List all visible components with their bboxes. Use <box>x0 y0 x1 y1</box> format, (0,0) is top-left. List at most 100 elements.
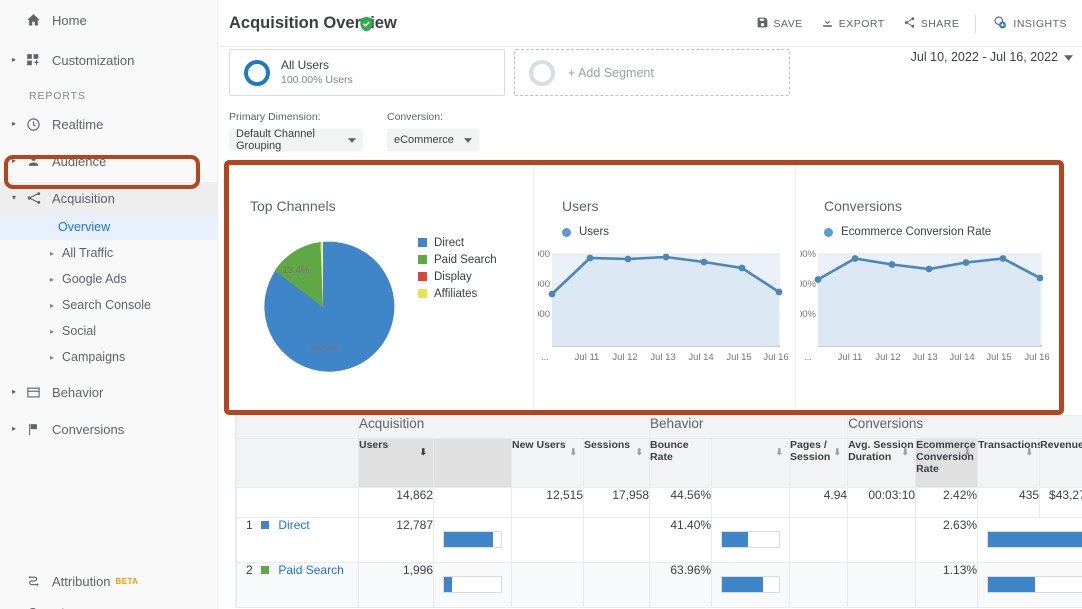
pie-label-direct: 85.9% <box>311 343 338 354</box>
add-segment-button[interactable]: + Add Segment <box>514 49 790 96</box>
table-row[interactable]: 1 Direct 12,787 41.40% 2.63% <box>236 517 1082 563</box>
sidebar-subitem-label-overview: Overview <box>58 220 111 234</box>
users-legend[interactable]: Users <box>562 226 609 238</box>
column-header-revenue[interactable]: Revenue ⬇ <box>1039 438 1082 488</box>
totals-transactions: 435 <box>977 487 1041 518</box>
bar-fill-conv-2 <box>988 577 1035 592</box>
conversions-ytick-2: 2.00% <box>800 279 817 290</box>
group-header-acquisition: Acquisition <box>357 415 651 439</box>
sidebar-item-label-behavior: Behavior <box>52 384 104 400</box>
row-pages-session-2 <box>789 562 849 608</box>
bar-track-users-2 <box>443 576 502 593</box>
row-channel-link-2[interactable]: Paid Search <box>278 563 343 577</box>
chevron-right-icon-conversions[interactable]: ▸ <box>12 425 26 433</box>
bar-fill-users-2 <box>444 577 452 592</box>
row-bounce-bar-1 <box>711 517 791 563</box>
chevron-right-icon-audience[interactable]: ▸ <box>12 157 26 165</box>
column-header-users[interactable]: Users ⬇ <box>358 438 434 488</box>
sort-arrow-ecommerce-conversion-rate[interactable]: ⬇ <box>964 447 972 458</box>
sidebar-item-social[interactable]: ▸ Social <box>0 318 217 344</box>
row-new-users-2 <box>511 562 584 608</box>
segment-all-users[interactable]: All Users 100.00% Users <box>229 49 505 96</box>
beta-badge: BETA <box>115 576 139 586</box>
flag-icon <box>26 422 52 437</box>
attribution-icon <box>26 574 52 589</box>
chevron-right-icon-customization[interactable]: ▸ <box>12 56 26 64</box>
column-header-transactions[interactable]: Transactions ⬇ <box>977 438 1043 488</box>
chevron-right-icon-realtime[interactable]: ▸ <box>12 120 26 128</box>
sort-arrow-users[interactable]: ⬇ <box>419 447 427 458</box>
sidebar-item-audience[interactable]: ▸ Audience <box>0 145 217 177</box>
sidebar-item-overview[interactable]: Overview <box>0 214 217 240</box>
sidebar-item-customization[interactable]: ▸ Customization <box>0 44 217 76</box>
row-channel-cell-2: 2 Paid Search <box>236 562 359 608</box>
row-avg-session-duration-1 <box>847 517 917 563</box>
bar-track-conv-1 <box>987 531 1082 548</box>
insights-button[interactable]: INSIGHTS <box>983 12 1076 36</box>
sidebar-item-google-ads[interactable]: ▸ Google Ads <box>0 266 217 292</box>
conversion-group: Conversion: eCommerce <box>387 111 479 151</box>
save-button[interactable]: SAVE <box>747 13 812 35</box>
row-users-1: 12,787 <box>358 517 434 563</box>
sidebar-item-search-console[interactable]: ▸ Search Console <box>0 292 217 318</box>
column-header-avg-session-duration[interactable]: Avg. Session Duration ⬇ <box>847 438 917 488</box>
sidebar-item-behavior[interactable]: ▸ Behavior <box>0 376 217 408</box>
table-row[interactable]: 2 Paid Search 1,996 63.96% 1.13% <box>236 562 1082 608</box>
column-header-pages-session[interactable]: Pages / Session ⬇ <box>789 438 849 488</box>
totals-bounce-rate: 44.56% <box>649 487 713 518</box>
legend-item-paid-search[interactable]: Paid Search <box>418 251 497 268</box>
chevron-right-icon-behavior[interactable]: ▸ <box>12 388 26 396</box>
row-bounce-rate-1: 41.40% <box>649 517 713 563</box>
users-xtick-2: Jul 12 <box>612 352 637 363</box>
sidebar-item-label-discover: Discover <box>52 606 103 609</box>
date-range-selector[interactable]: Jul 10, 2022 - Jul 16, 2022 <box>911 50 1073 64</box>
sort-arrow-new-users[interactable]: ⬇ <box>569 447 577 458</box>
chevron-right-icon-google-ads[interactable]: ▸ <box>50 275 62 284</box>
sort-arrow-pages-session[interactable]: ⬇ <box>834 447 842 458</box>
column-header-sessions[interactable]: Sessions ⬇ <box>582 438 651 488</box>
sidebar-item-discover[interactable]: Discover <box>0 597 217 609</box>
row-swatch-2 <box>261 566 270 574</box>
conversions-legend[interactable]: Ecommerce Conversion Rate <box>824 226 991 238</box>
sidebar-item-all-traffic[interactable]: ▸ All Traffic <box>0 240 217 266</box>
legend-item-direct[interactable]: Direct <box>418 234 497 251</box>
sidebar-item-acquisition[interactable]: ▾ Acquisition <box>0 182 217 214</box>
column-header-bounce-rate[interactable]: Bounce Rate <box>649 438 713 488</box>
chevron-down-icon-acquisition[interactable]: ▾ <box>12 194 26 202</box>
users-xtick-5: Jul 15 <box>726 352 751 363</box>
save-icon <box>756 16 769 32</box>
chevron-right-icon-social[interactable]: ▸ <box>50 327 62 336</box>
widget-top-channels: Top Channels 85.9% 13.4% Direct Paid Sea… <box>230 166 534 409</box>
chevron-right-icon-search-console[interactable]: ▸ <box>50 301 62 310</box>
sidebar-item-conversions[interactable]: ▸ Conversions <box>0 413 217 445</box>
verified-shield-icon <box>359 16 374 32</box>
export-icon <box>821 16 834 32</box>
primary-dimension-select[interactable]: Default Channel Grouping <box>229 128 363 152</box>
clock-icon <box>26 117 52 132</box>
chevron-right-icon-all-traffic[interactable]: ▸ <box>50 249 62 258</box>
share-button[interactable]: SHARE <box>894 13 969 35</box>
legend-item-display[interactable]: Display <box>418 268 497 285</box>
sidebar-item-home[interactable]: Home <box>0 4 217 36</box>
sort-arrow-bounce-rate[interactable]: ⬇ <box>776 447 784 458</box>
users-ytick-2000: 2,000 <box>538 279 550 290</box>
bar-track-conv-2 <box>987 576 1082 593</box>
row-channel-link-1[interactable]: Direct <box>278 518 309 532</box>
export-button[interactable]: EXPORT <box>812 13 894 35</box>
totals-new-users: 12,515 <box>511 487 584 518</box>
sidebar: Home ▸ Customization REPORTS ▸ Realtime <box>0 0 218 609</box>
bar-fill-conv-1 <box>988 532 1082 547</box>
chevron-right-icon-campaigns[interactable]: ▸ <box>50 353 62 362</box>
sidebar-item-realtime[interactable]: ▸ Realtime <box>0 108 217 140</box>
sidebar-item-attribution[interactable]: Attribution BETA <box>0 565 217 597</box>
legend-item-affiliates[interactable]: Affiliates <box>418 285 497 302</box>
row-users-2: 1,996 <box>358 562 434 608</box>
sort-arrow-transactions[interactable]: ⬇ <box>1026 447 1034 458</box>
sort-arrow-avg-session-duration[interactable]: ⬇ <box>902 447 910 458</box>
sidebar-subitem-label-campaigns: Campaigns <box>62 350 126 364</box>
sidebar-item-campaigns[interactable]: ▸ Campaigns <box>0 344 217 370</box>
sort-arrow-sessions[interactable]: ⬇ <box>636 447 644 458</box>
column-header-ecommerce-conversion-rate[interactable]: Ecommerce Conversion Rate ⬇ <box>915 438 979 488</box>
conversion-select[interactable]: eCommerce <box>387 129 479 151</box>
column-header-new-users[interactable]: New Users ⬇ <box>511 438 584 488</box>
